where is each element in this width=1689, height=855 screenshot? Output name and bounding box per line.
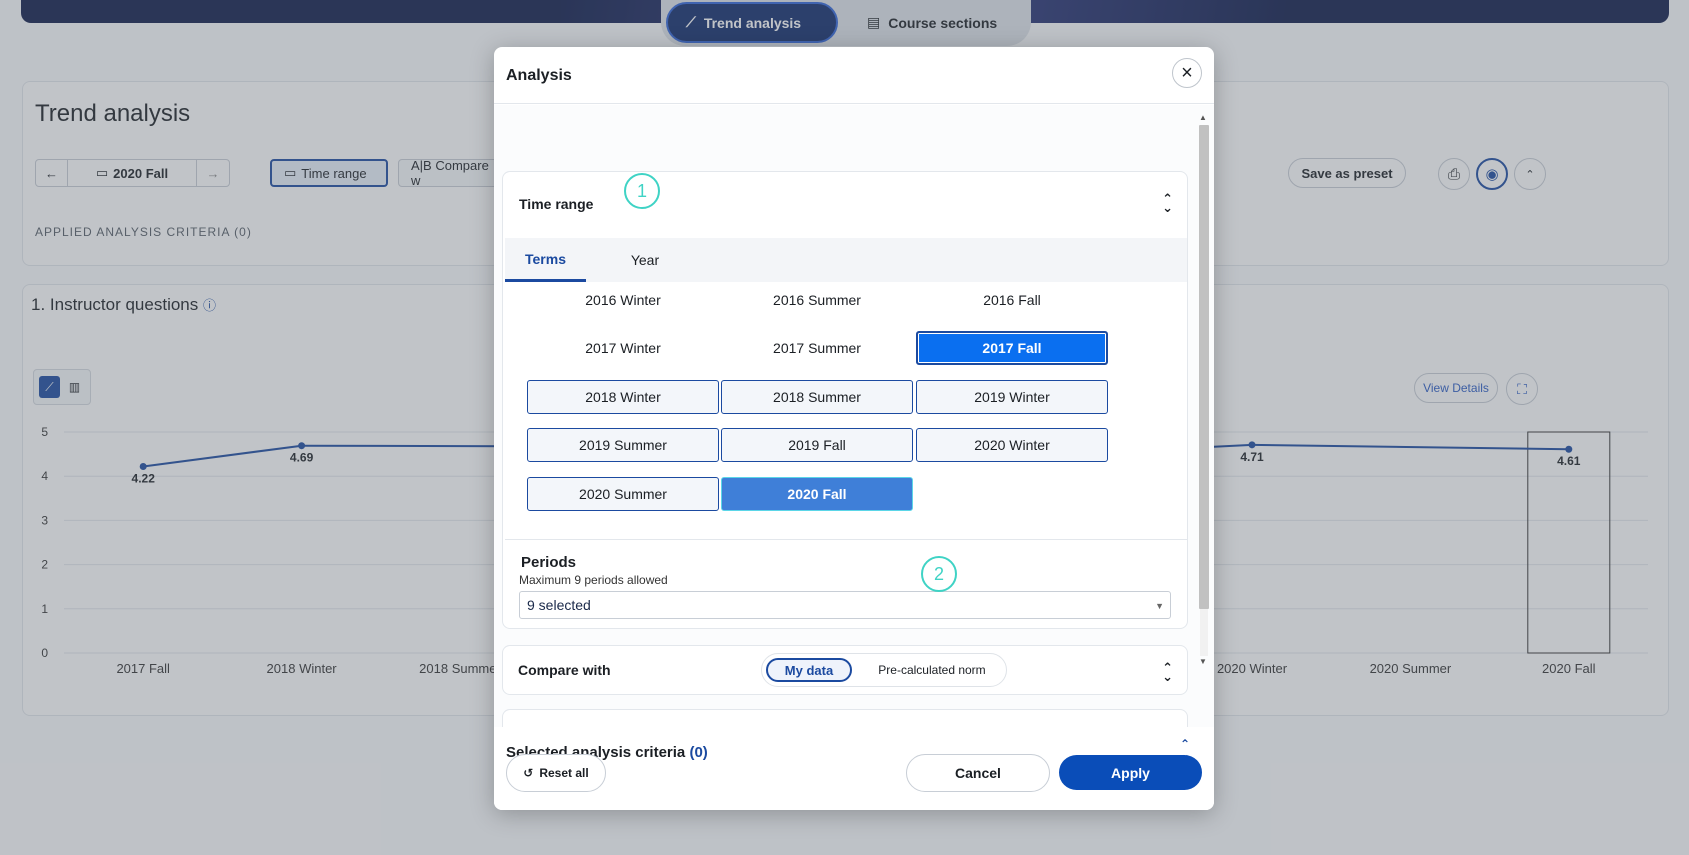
term-option[interactable]: 2016 Winter xyxy=(527,283,719,317)
term-option[interactable]: 2017 Summer xyxy=(721,331,913,365)
compare-with-panel: Compare with My data Pre-calculated norm… xyxy=(502,645,1188,695)
tab-terms[interactable]: Terms xyxy=(505,238,586,282)
precalculated-norm-option[interactable]: Pre-calculated norm xyxy=(862,658,1002,682)
step-badge-1: 1 xyxy=(624,173,660,209)
my-data-option[interactable]: My data xyxy=(766,658,852,682)
periods-title: Periods xyxy=(521,554,577,571)
term-option[interactable]: 2019 Fall xyxy=(721,428,913,462)
modal-header: Analysis × xyxy=(494,47,1214,104)
periods-hint: Maximum 9 periods allowed xyxy=(519,573,668,587)
collapse-chevron-icon[interactable]: ⌃ ⌄ xyxy=(1162,661,1173,683)
term-option[interactable]: 2019 Winter xyxy=(916,380,1108,414)
compare-segmented-control: My data Pre-calculated norm xyxy=(761,653,1007,687)
term-option[interactable]: 2020 Winter xyxy=(916,428,1108,462)
tab-year[interactable]: Year xyxy=(615,238,675,282)
time-range-heading: Time range xyxy=(519,196,594,212)
step-badge-2: 2 xyxy=(921,556,957,592)
term-option[interactable]: 2016 Fall xyxy=(916,283,1108,317)
term-option[interactable]: 2017 Fall xyxy=(916,331,1108,365)
modal-title: Analysis xyxy=(506,67,572,84)
reset-icon: ↺ xyxy=(523,766,534,780)
periods-divider xyxy=(505,539,1187,540)
term-option[interactable]: 2016 Summer xyxy=(721,283,913,317)
reset-all-label: Reset all xyxy=(539,766,589,780)
term-option[interactable]: 2018 Winter xyxy=(527,380,719,414)
reset-all-button[interactable]: ↺ Reset all xyxy=(506,754,606,792)
compare-with-label: Compare with xyxy=(518,662,611,678)
term-option[interactable]: 2019 Summer xyxy=(527,428,719,462)
dropdown-caret-icon: ▼ xyxy=(1155,601,1164,611)
time-range-panel: Time range ⌃ ⌄ 1 Terms Year 2016 Winter 20… xyxy=(502,171,1188,629)
term-option[interactable]: 2020 Summer xyxy=(527,477,719,511)
term-option[interactable]: 2018 Summer xyxy=(721,380,913,414)
periods-select[interactable]: 9 selected ▼ xyxy=(519,591,1171,619)
apply-button[interactable]: Apply xyxy=(1059,755,1202,790)
term-option[interactable]: 2017 Winter xyxy=(527,331,719,365)
time-range-tabs: Terms Year xyxy=(505,238,1187,282)
scrollbar-thumb[interactable] xyxy=(1199,125,1209,609)
modal-body: Time range ⌃ ⌄ 1 Terms Year 2016 Winter 20… xyxy=(494,105,1214,727)
next-panel xyxy=(502,709,1188,727)
cancel-button[interactable]: Cancel xyxy=(906,754,1050,792)
term-option[interactable]: 2020 Fall xyxy=(721,477,913,511)
scroll-down-icon[interactable]: ▼ xyxy=(1199,657,1207,666)
modal-scrollbar[interactable]: ▲ ▼ xyxy=(1198,113,1210,668)
scroll-up-icon[interactable]: ▲ xyxy=(1199,113,1207,122)
close-icon[interactable]: × xyxy=(1172,58,1202,88)
periods-value: 9 selected xyxy=(527,597,591,613)
analysis-modal: Analysis × Time range ⌃ ⌄ 1 Terms Year 20… xyxy=(494,47,1214,810)
selected-criteria-count: (0) xyxy=(689,744,708,761)
collapse-chevron-icon[interactable]: ⌃ ⌄ xyxy=(1162,192,1173,214)
